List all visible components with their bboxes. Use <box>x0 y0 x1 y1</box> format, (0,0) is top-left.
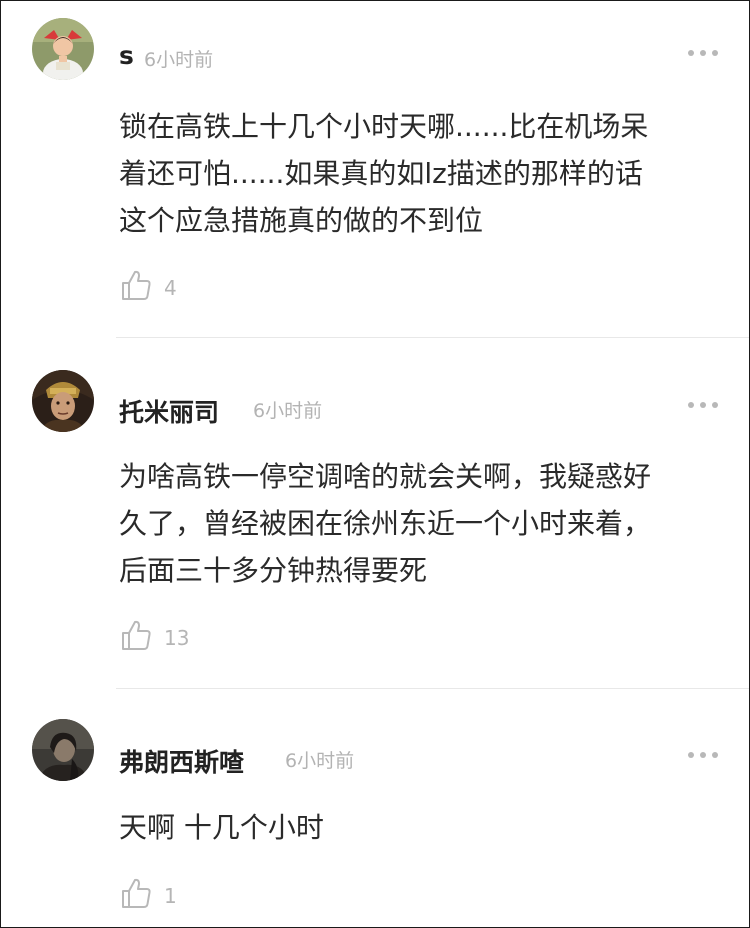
username[interactable]: s <box>119 41 134 70</box>
comment-divider <box>116 337 749 338</box>
username[interactable]: 托米丽司 <box>119 393 219 429</box>
username[interactable]: 弗朗西斯喳 <box>119 743 244 779</box>
thumbs-up-icon <box>122 878 151 908</box>
timestamp: 6小时前 <box>144 49 214 71</box>
user-avatar[interactable] <box>32 18 94 80</box>
like-count: 13 <box>164 626 190 650</box>
more-options-icon[interactable] <box>688 402 718 410</box>
comment-list: s 6小时前 锁在高铁上十几个小时天哪......比在机场呆 着还可怕.....… <box>0 0 750 928</box>
comment-text: 天啊 十几个小时 <box>119 811 324 844</box>
comment-text: 锁在高铁上十几个小时天哪......比在机场呆 着还可怕......如果真的如l… <box>119 110 649 237</box>
thumbs-up-icon <box>122 270 151 300</box>
more-options-icon[interactable] <box>688 752 718 760</box>
like-count: 4 <box>164 276 177 300</box>
timestamp: 6小时前 <box>285 750 355 772</box>
user-avatar[interactable] <box>32 370 94 432</box>
thumbs-up-icon <box>122 620 151 650</box>
more-options-icon[interactable] <box>688 50 718 58</box>
timestamp: 6小时前 <box>253 400 323 422</box>
comment-divider <box>116 688 749 689</box>
like-count: 1 <box>164 884 177 908</box>
comment-text: 为啥高铁一停空调啥的就会关啊，我疑惑好 久了，曾经被困在徐州东近一个小时来着， … <box>119 460 652 587</box>
user-avatar[interactable] <box>32 719 94 781</box>
